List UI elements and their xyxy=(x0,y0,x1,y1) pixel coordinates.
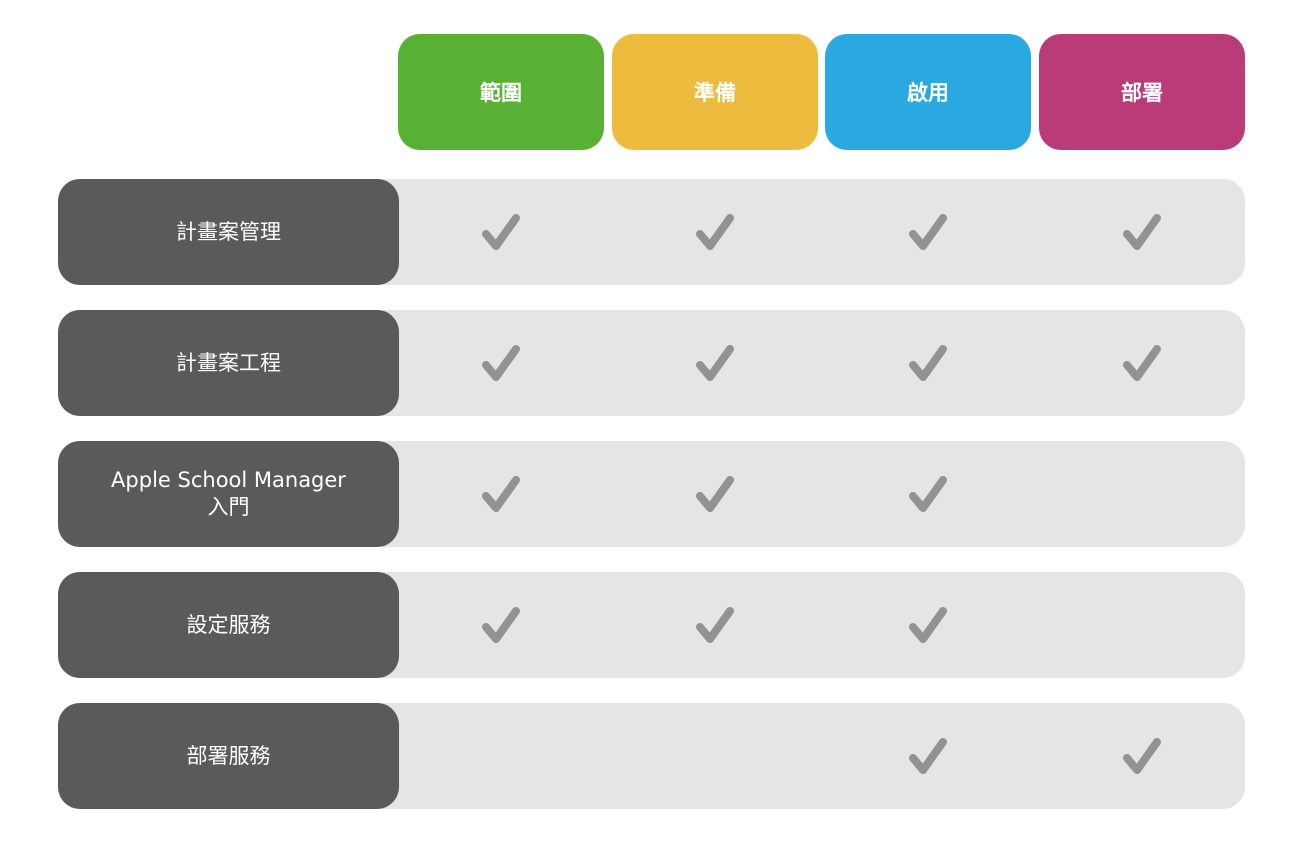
row-label: 部署服務 xyxy=(58,703,399,809)
checkmark-icon xyxy=(1120,210,1164,254)
phase-label: 範圍 xyxy=(480,81,522,105)
phase-label: 準備 xyxy=(694,81,736,105)
checkmark-icon xyxy=(906,472,950,516)
checkmark-icon xyxy=(693,472,737,516)
phase-header-prepare: 準備 xyxy=(612,34,818,150)
phase-label: 部署 xyxy=(1121,81,1163,105)
checkmark-icon xyxy=(479,341,523,385)
row-label: Apple School Manager 入門 xyxy=(58,441,399,547)
row-label: 計畫案管理 xyxy=(58,179,399,285)
checkmark-icon xyxy=(693,210,737,254)
checkmark-icon xyxy=(693,603,737,647)
row-label: 計畫案工程 xyxy=(58,310,399,416)
row-label: 設定服務 xyxy=(58,572,399,678)
checkmark-icon xyxy=(479,603,523,647)
checkmark-icon xyxy=(906,210,950,254)
checkmark-icon xyxy=(906,734,950,778)
checkmark-icon xyxy=(906,603,950,647)
checkmark-icon xyxy=(479,472,523,516)
phase-label: 啟用 xyxy=(907,81,949,105)
phase-header-scope: 範圍 xyxy=(398,34,604,150)
phase-header-deploy: 部署 xyxy=(1039,34,1245,150)
checkmark-icon xyxy=(693,341,737,385)
checkmark-icon xyxy=(1120,341,1164,385)
checkmark-icon xyxy=(1120,734,1164,778)
checkmark-icon xyxy=(906,341,950,385)
phase-header-enable: 啟用 xyxy=(825,34,1031,150)
checkmark-icon xyxy=(479,210,523,254)
